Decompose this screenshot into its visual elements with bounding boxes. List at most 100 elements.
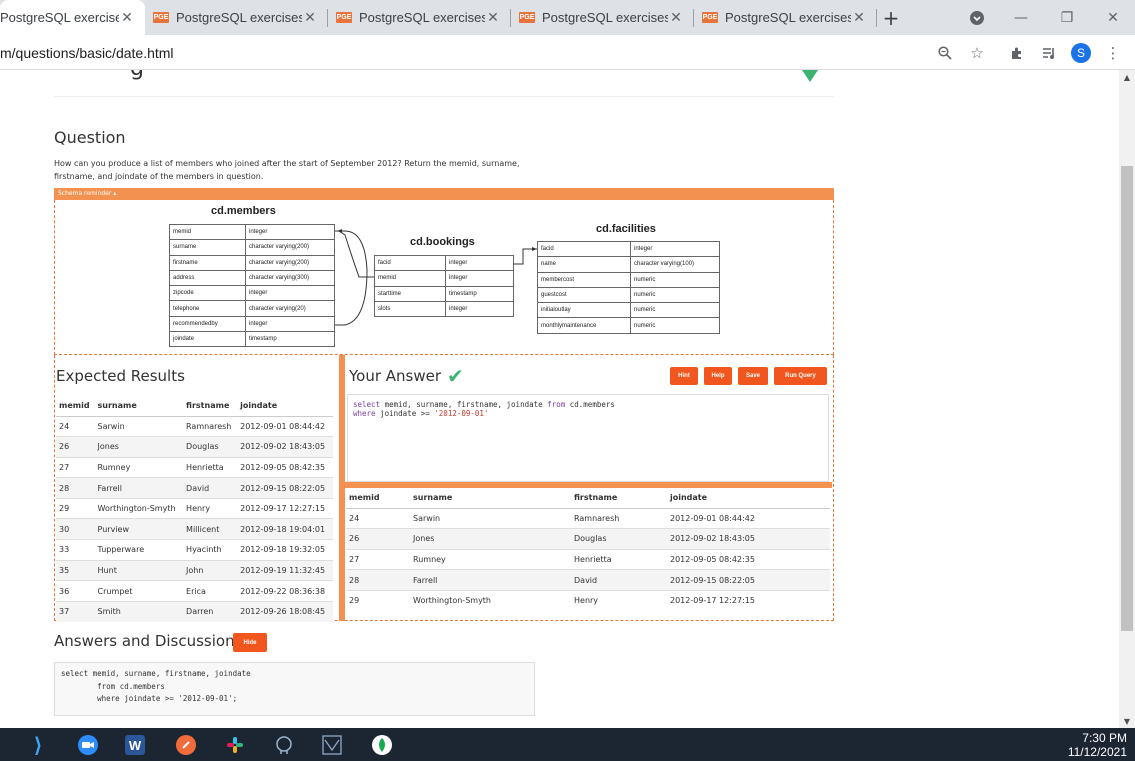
tab-title: PostgreSQL exercises <box>176 10 302 25</box>
column-header[interactable]: joindate <box>667 488 830 509</box>
tab-5[interactable]: PGE PostgreSQL exercises ✕ <box>694 0 877 35</box>
profile-avatar[interactable]: S <box>1071 43 1091 63</box>
table-row: 29 Worthington-Smyth Henry 2012-09-17 12:27… <box>56 497 333 519</box>
table-cell: Jones <box>94 436 184 458</box>
table-row: 24 Sarwin Ramnaresh 2012-09-01 08:44:42 <box>346 507 830 529</box>
word-icon[interactable]: W <box>125 735 145 755</box>
zoom-icon[interactable] <box>934 42 956 64</box>
table-cell: Sarwin <box>94 415 184 437</box>
table-cell: 2012-09-17 12:27:15 <box>667 589 830 611</box>
table-cell: Douglas <box>571 528 667 550</box>
table-row: 37 Smith Darren 2012-09-26 18:08:45 <box>56 600 333 622</box>
tab-title: PostgreSQL exercises <box>542 10 668 25</box>
new-tab-button[interactable]: + <box>877 0 905 35</box>
table-row: 30 Purview Millicent 2012-09-18 19:04:01 <box>56 518 333 540</box>
panel-splitter[interactable] <box>339 355 345 621</box>
code-line: from cd.members <box>61 681 165 691</box>
table-cell: 24 <box>56 415 95 437</box>
table-cell: 2012-09-18 19:04:01 <box>237 518 333 540</box>
close-tab-icon[interactable]: ✕ <box>302 9 318 26</box>
column-header[interactable]: firstname <box>571 488 667 509</box>
hint-button[interactable]: Hint <box>670 367 698 385</box>
column-header[interactable]: memid <box>346 488 410 509</box>
table-cell: 26 <box>346 528 410 550</box>
pgadmin-icon[interactable] <box>274 735 294 755</box>
close-window-icon[interactable]: ✕ <box>1100 0 1126 35</box>
scroll-down-icon[interactable]: ▼ <box>1119 714 1135 728</box>
tab-3[interactable]: PGE PostgreSQL exercises ✕ <box>328 0 511 35</box>
question-heading: Question <box>54 128 126 147</box>
favicon-icon: PGE <box>702 12 718 23</box>
vscode-icon[interactable]: ⟩ <box>28 735 48 757</box>
save-button[interactable]: Save <box>738 367 768 385</box>
solved-check-icon <box>802 70 818 82</box>
tab-4[interactable]: PGE PostgreSQL exercises ✕ <box>511 0 694 35</box>
table-cell: Worthington-Smyth <box>94 497 184 519</box>
tab-1[interactable]: PostgreSQL exercises ✕ <box>0 0 145 35</box>
column-header[interactable]: surname <box>94 396 184 417</box>
close-tab-icon[interactable]: ✕ <box>485 9 501 26</box>
tab-search-icon[interactable] <box>965 0 989 35</box>
sql-string: '2012-09-01' <box>434 409 489 418</box>
url-text[interactable]: m/questions/basic/date.html <box>0 45 174 61</box>
column-header[interactable]: memid <box>56 396 95 417</box>
divider <box>54 96 834 97</box>
column-header[interactable]: firstname <box>183 396 238 417</box>
schema-reminder-toggle[interactable]: Schema reminder ▴ <box>54 188 834 200</box>
table-row: 24 Sarwin Ramnaresh 2012-09-01 08:44:42 <box>56 415 333 437</box>
close-tab-icon[interactable]: ✕ <box>119 9 135 26</box>
table-cell: Erica <box>183 580 238 602</box>
page-scrollbar[interactable]: ▲ ▼ <box>1119 70 1135 728</box>
table-cell: Henry <box>183 497 238 519</box>
help-button[interactable]: Help <box>704 367 732 385</box>
table-row: 27 Rumney Henrietta 2012-09-05 08:42:35 <box>56 456 333 478</box>
table-row: 27 Rumney Henrietta 2012-09-05 08:42:35 <box>346 548 830 570</box>
table-cell: John <box>183 559 238 581</box>
extensions-icon[interactable] <box>1006 42 1028 64</box>
table-cell: Darren <box>183 600 238 622</box>
table-cell: David <box>183 477 238 499</box>
scroll-thumb[interactable] <box>1121 166 1133 631</box>
table-cell: 35 <box>56 559 95 581</box>
tab-2[interactable]: PGE PostgreSQL exercises ✕ <box>145 0 328 35</box>
run-query-button[interactable]: Run Query <box>774 367 827 385</box>
query-editor[interactable]: select memid, surname, firstname, joinda… <box>347 394 829 482</box>
table-cell: 2012-09-19 11:32:45 <box>237 559 333 581</box>
zoom-icon[interactable] <box>78 735 98 755</box>
system-clock[interactable]: 7:30 PM 11/12/2021 <box>1068 731 1127 759</box>
answer-results-table: memid surname firstname joindate 24 Sarwin Ra… <box>346 488 830 611</box>
table-row: 33 Tupperware Hyacinth 2012-09-18 19:32:05 <box>56 539 333 561</box>
close-tab-icon[interactable]: ✕ <box>851 9 867 26</box>
table-cell: Crumpet <box>94 580 184 602</box>
address-bar: m/questions/basic/date.html ☆ S ⋮ <box>0 35 1135 70</box>
restore-icon[interactable]: ❐ <box>1054 0 1080 35</box>
schema-diagram: cd.members memid integer surname character … <box>54 200 834 355</box>
sql-text: cd.members <box>565 400 615 409</box>
table-cell: Sarwin <box>410 507 571 529</box>
column-header[interactable]: surname <box>410 488 571 509</box>
tab-title: PostgreSQL exercises <box>359 10 485 25</box>
hide-button[interactable]: Hide <box>233 633 267 652</box>
discussion-heading: Answers and Discussion <box>54 632 235 650</box>
bookmark-star-icon[interactable]: ☆ <box>966 42 988 64</box>
table-cell: Ramnaresh <box>183 415 238 437</box>
close-tab-icon[interactable]: ✕ <box>668 9 684 26</box>
sql-keyword: where <box>353 409 376 418</box>
postman-icon[interactable] <box>176 735 196 755</box>
table-cell: 2012-09-02 18:43:05 <box>237 436 333 458</box>
slack-icon[interactable] <box>225 735 245 755</box>
table-cell: Millicent <box>183 518 238 540</box>
minimize-icon[interactable]: — <box>1008 0 1034 35</box>
table-cell: 2012-09-05 08:42:35 <box>667 548 830 570</box>
table-cell: Henry <box>571 589 667 611</box>
menu-kebab-icon[interactable]: ⋮ <box>1102 42 1124 64</box>
media-control-icon[interactable] <box>1038 42 1060 64</box>
column-header[interactable]: joindate <box>237 396 333 417</box>
azure-data-icon[interactable] <box>322 735 342 755</box>
table-cell: Jones <box>410 528 571 550</box>
code-line: select memid, surname, firstname, joinda… <box>61 669 251 678</box>
scroll-up-icon[interactable]: ▲ <box>1119 70 1135 84</box>
sql-keyword: select <box>353 400 381 409</box>
your-answer-label: Your Answer <box>349 367 442 385</box>
mongodb-icon[interactable] <box>372 735 392 755</box>
